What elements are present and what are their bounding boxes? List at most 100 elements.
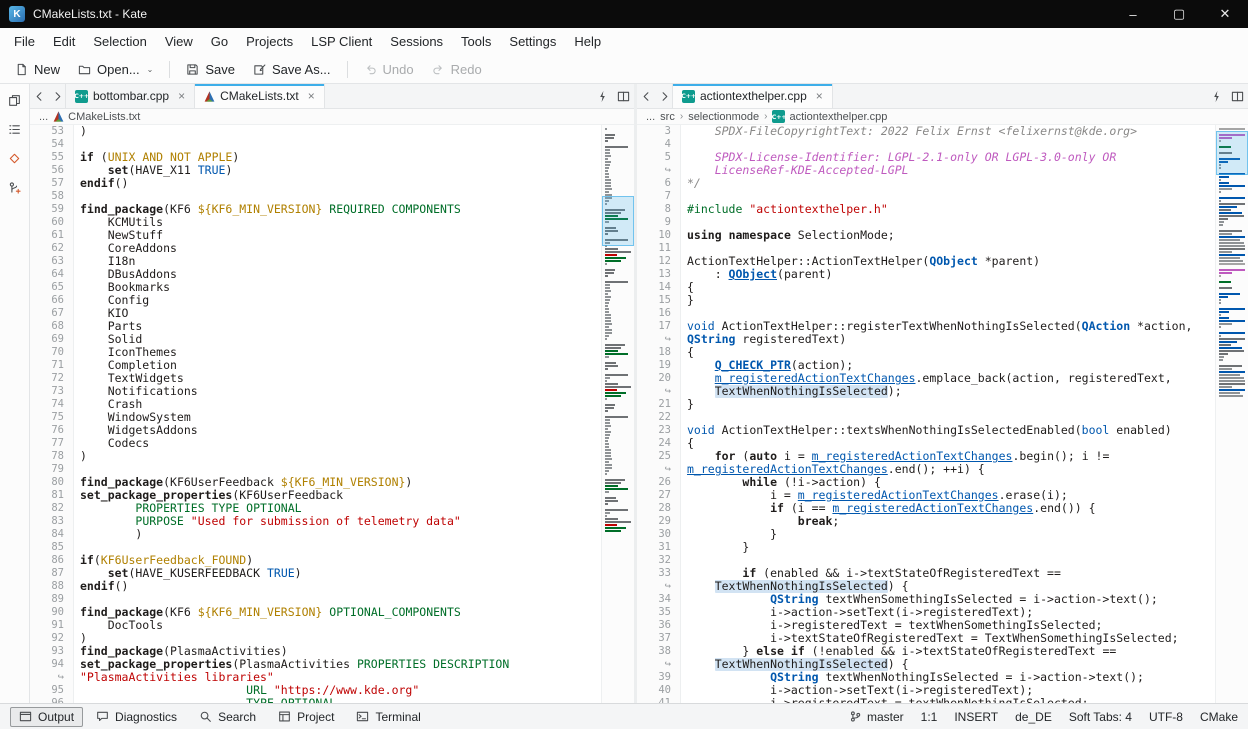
code-line[interactable]: 73 Notifications: [30, 385, 601, 398]
quick-switch-button[interactable]: [592, 84, 613, 108]
code-line[interactable]: ↪QString registeredText): [637, 333, 1215, 346]
code-line[interactable]: 5 SPDX-License-Identifier: LGPL-2.1-only…: [637, 151, 1215, 164]
status-dictionary[interactable]: de_DE: [1015, 710, 1052, 724]
save-as-button[interactable]: Save As...: [245, 59, 339, 80]
code-line[interactable]: 29 break;: [637, 515, 1215, 528]
code-line[interactable]: 89: [30, 593, 601, 606]
breadcrumb-item-src[interactable]: src: [660, 111, 675, 123]
code-line[interactable]: ↪"PlasmaActivities libraries": [30, 671, 601, 684]
code-line[interactable]: 9: [637, 216, 1215, 229]
code-line[interactable]: 80find_package(KF6UserFeedback ${KF6_MIN…: [30, 476, 601, 489]
code-line[interactable]: 55if (UNIX AND NOT APPLE): [30, 151, 601, 164]
code-line[interactable]: 18{: [637, 346, 1215, 359]
menu-selection[interactable]: Selection: [84, 30, 155, 53]
code-line[interactable]: 41 i->registeredText = textWhenNothingIs…: [637, 697, 1215, 703]
tab-cmakelists-txt[interactable]: CMakeLists.txt×: [194, 84, 325, 108]
minimap-right[interactable]: [1215, 125, 1248, 703]
menu-settings[interactable]: Settings: [500, 30, 565, 53]
code-line[interactable]: 4: [637, 138, 1215, 151]
statusbar-project-button[interactable]: Project: [269, 707, 343, 727]
code-line[interactable]: 88endif(): [30, 580, 601, 593]
code-line[interactable]: 91 DocTools: [30, 619, 601, 632]
code-line[interactable]: 7: [637, 190, 1215, 203]
close-button[interactable]: ✕: [1202, 0, 1248, 28]
history-back-button[interactable]: [30, 84, 48, 108]
code-line[interactable]: 84 ): [30, 528, 601, 541]
tab-actiontexthelper-cpp[interactable]: C++actiontexthelper.cpp×: [672, 84, 833, 108]
code-line[interactable]: 96 TYPE OPTIONAL: [30, 697, 601, 703]
code-line[interactable]: 90find_package(KF6 ${KF6_MIN_VERSION} OP…: [30, 606, 601, 619]
code-line[interactable]: 40 i->action->setText(i->registeredText)…: [637, 684, 1215, 697]
code-line[interactable]: 19 Q_CHECK_PTR(action);: [637, 359, 1215, 372]
code-line[interactable]: 93find_package(PlasmaActivities): [30, 645, 601, 658]
code-line[interactable]: 54: [30, 138, 601, 151]
code-line[interactable]: 87 set(HAVE_KUSERFEEDBACK TRUE): [30, 567, 601, 580]
breadcrumb-ellipsis[interactable]: ...: [39, 111, 48, 123]
menu-sessions[interactable]: Sessions: [381, 30, 452, 53]
tab-close-icon[interactable]: ×: [816, 89, 823, 103]
code-line[interactable]: 75 WindowSystem: [30, 411, 601, 424]
breadcrumb-item-cmakelists-txt[interactable]: CMakeLists.txt: [53, 111, 140, 123]
new-button[interactable]: New: [7, 59, 68, 80]
status-highlight-mode[interactable]: CMake: [1200, 710, 1238, 724]
undo-button[interactable]: Undo: [356, 59, 422, 80]
breadcrumb-item-actiontexthelper-cpp[interactable]: C++actiontexthelper.cpp: [772, 110, 887, 123]
code-line[interactable]: 22: [637, 411, 1215, 424]
split-view-button[interactable]: [1227, 84, 1248, 108]
menu-file[interactable]: File: [5, 30, 44, 53]
code-line[interactable]: 53): [30, 125, 601, 138]
code-line[interactable]: ↪ LicenseRef-KDE-Accepted-LGPL: [637, 164, 1215, 177]
sidebar-documents-button[interactable]: [8, 94, 21, 107]
code-line[interactable]: 36 i->registeredText = textWhenSomething…: [637, 619, 1215, 632]
minimap-viewport[interactable]: [1216, 131, 1248, 175]
menu-lsp-client[interactable]: LSP Client: [302, 30, 381, 53]
code-line[interactable]: ↪ TextWhenNothingIsSelected);: [637, 385, 1215, 398]
code-line[interactable]: 68 Parts: [30, 320, 601, 333]
code-line[interactable]: 77 Codecs: [30, 437, 601, 450]
code-area-left[interactable]: 53)5455if (UNIX AND NOT APPLE)56 set(HAV…: [30, 125, 601, 703]
code-line[interactable]: 20 m_registeredActionTextChanges.emplace…: [637, 372, 1215, 385]
code-line[interactable]: 62 CoreAddons: [30, 242, 601, 255]
code-line[interactable]: ↪ TextWhenNothingIsSelected) {: [637, 658, 1215, 671]
open-button[interactable]: Open...⌄: [70, 59, 161, 80]
code-line[interactable]: 64 DBusAddons: [30, 268, 601, 281]
code-line[interactable]: 28 if (i == m_registeredActionTextChange…: [637, 502, 1215, 515]
code-line[interactable]: 70 IconThemes: [30, 346, 601, 359]
status-input-mode[interactable]: INSERT: [954, 710, 998, 724]
code-line[interactable]: 26 while (!i->action) {: [637, 476, 1215, 489]
code-line[interactable]: 76 WidgetsAddons: [30, 424, 601, 437]
breadcrumb-ellipsis[interactable]: ...: [646, 111, 655, 123]
sidebar-document-list-button[interactable]: [8, 123, 21, 136]
code-line[interactable]: 86if(KF6UserFeedback_FOUND): [30, 554, 601, 567]
history-back-button[interactable]: [637, 84, 655, 108]
code-line[interactable]: 63 I18n: [30, 255, 601, 268]
statusbar-search-button[interactable]: Search: [190, 707, 265, 727]
code-line[interactable]: 3 SPDX-FileCopyrightText: 2022 Felix Ern…: [637, 125, 1215, 138]
minimize-button[interactable]: –: [1110, 0, 1156, 28]
code-line[interactable]: 74 Crash: [30, 398, 601, 411]
code-line[interactable]: 82 PROPERTIES TYPE OPTIONAL: [30, 502, 601, 515]
tab-bottombar-cpp[interactable]: C++bottombar.cpp×: [65, 84, 195, 108]
code-line[interactable]: 39 QString textWhenNothingIsSelected = i…: [637, 671, 1215, 684]
code-line[interactable]: 57endif(): [30, 177, 601, 190]
status-git-branch[interactable]: master: [849, 710, 904, 724]
menu-tools[interactable]: Tools: [452, 30, 500, 53]
code-line[interactable]: 21}: [637, 398, 1215, 411]
statusbar-output-button[interactable]: Output: [10, 707, 83, 727]
history-forward-button[interactable]: [655, 84, 673, 108]
menu-go[interactable]: Go: [202, 30, 237, 53]
menu-help[interactable]: Help: [565, 30, 610, 53]
code-line[interactable]: 61 NewStuff: [30, 229, 601, 242]
menu-edit[interactable]: Edit: [44, 30, 84, 53]
menu-projects[interactable]: Projects: [237, 30, 302, 53]
code-line[interactable]: 8#include "actiontexthelper.h": [637, 203, 1215, 216]
code-line[interactable]: 13 : QObject(parent): [637, 268, 1215, 281]
split-view-button[interactable]: [613, 84, 634, 108]
code-line[interactable]: 78): [30, 450, 601, 463]
code-line[interactable]: 67 KIO: [30, 307, 601, 320]
code-line[interactable]: 85: [30, 541, 601, 554]
history-forward-button[interactable]: [48, 84, 66, 108]
code-line[interactable]: 66 Config: [30, 294, 601, 307]
code-line[interactable]: 32: [637, 554, 1215, 567]
statusbar-diagnostics-button[interactable]: Diagnostics: [87, 707, 186, 727]
